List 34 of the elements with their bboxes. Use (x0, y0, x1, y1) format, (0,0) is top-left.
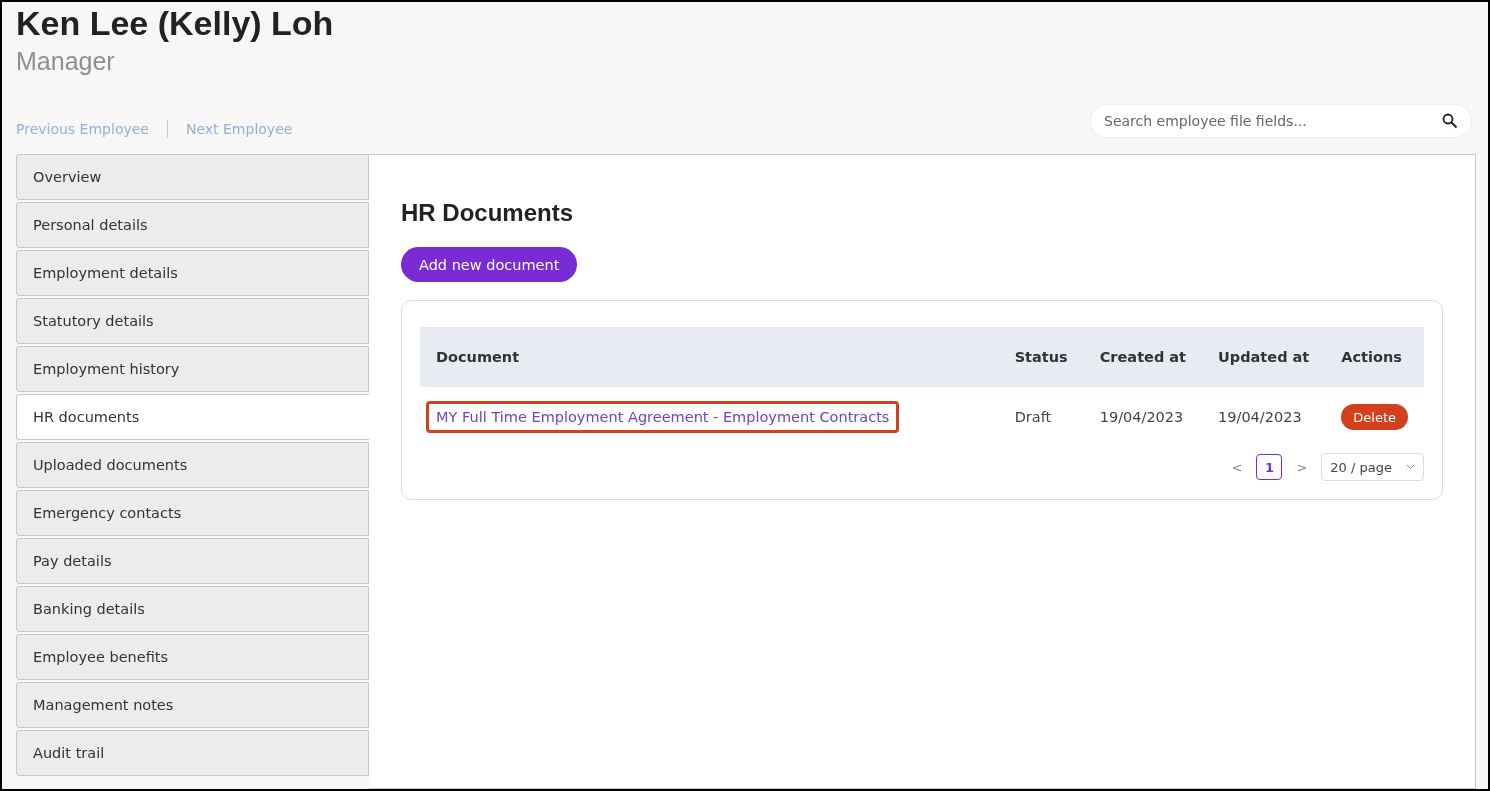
column-header: Created at (1083, 327, 1203, 387)
search-field[interactable]: Search employee file fields... (1090, 104, 1472, 138)
column-header: Status (998, 327, 1084, 387)
sidebar-item[interactable]: Audit trail (16, 730, 369, 776)
sidebar-item[interactable]: Uploaded documents (16, 442, 369, 488)
column-header: Updated at (1202, 327, 1326, 387)
sidebar-item[interactable]: Pay details (16, 538, 369, 584)
sidebar-item[interactable]: Management notes (16, 682, 369, 728)
chevron-down-icon (1406, 464, 1415, 470)
table-cell: Draft (998, 387, 1084, 447)
sidebar-item[interactable]: Banking details (16, 586, 369, 632)
column-header: Actions (1325, 327, 1424, 387)
table-cell: 19/04/2023 (1083, 387, 1203, 447)
add-document-button[interactable]: Add new document (401, 247, 578, 282)
sidebar-item[interactable]: Statutory details (16, 298, 369, 344)
page-button[interactable]: 1 (1256, 454, 1283, 480)
sidebar-item[interactable]: Personal details (16, 202, 369, 248)
search-icon[interactable] (1442, 113, 1458, 129)
sidebar-item[interactable]: Employment details (16, 250, 369, 296)
employee-role: Manager (16, 47, 116, 76)
sidebar-item[interactable]: Emergency contacts (16, 490, 369, 536)
delete-button[interactable]: Delete (1341, 404, 1408, 430)
section-title: HR Documents (401, 199, 575, 227)
page-size-select[interactable]: 20 / page (1321, 453, 1424, 481)
sidebar-item[interactable]: Employment history (16, 346, 369, 392)
sidebar-item[interactable]: Overview (16, 154, 369, 200)
sidebar-item[interactable]: Employee benefits (16, 634, 369, 680)
document-link[interactable]: MY Full Time Employment Agreement - Employment Contracts (426, 401, 900, 433)
employee-name: Ken Lee (Kelly) Loh (16, 4, 335, 43)
sidebar-item[interactable]: HR documents (16, 394, 369, 440)
next-page-button[interactable]: > (1290, 458, 1314, 476)
table-cell: 19/04/2023 (1202, 387, 1326, 447)
column-header: Document (420, 327, 999, 387)
previous-page-button[interactable]: < (1225, 458, 1249, 476)
